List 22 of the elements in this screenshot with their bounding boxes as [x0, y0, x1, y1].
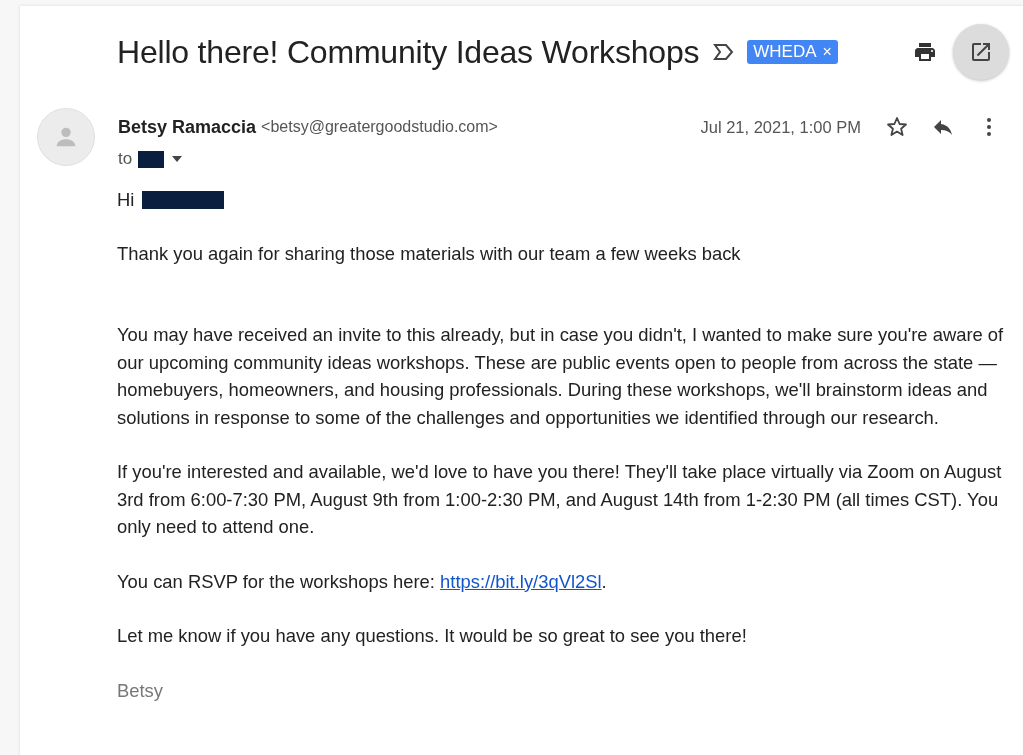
recipient-prefix: to: [118, 148, 133, 170]
important-marker-icon[interactable]: [713, 43, 736, 61]
more-options-icon: [986, 117, 992, 137]
rsvp-link[interactable]: https://bit.ly/3qVl2Sl: [440, 570, 602, 592]
label-text: WHEDA: [753, 42, 817, 62]
body-paragraph: You can RSVP for the workshops here: https://bit.ly/3qVl2Sl.: [117, 569, 608, 594]
email-subject: Hello there! Community Ideas Workshops: [117, 33, 700, 71]
body-paragraph: If you're interested and available, we'd love to have you there! They'll take place virtually via Zoom on August 3rd from 6:00-7:30 PM, August 9th from 1:00-2:30 PM, and August 14th from 1-2:30 PM (all times CST). You only need to attend one.: [117, 460, 1003, 539]
sender-name: Betsy Ramaccia: [118, 116, 257, 138]
printer-icon: [913, 40, 937, 64]
greeting-text: Hi: [117, 188, 135, 212]
body-paragraph: Thank you again for sharing those materials with our team a few weeks back: [117, 241, 742, 266]
sender-email: <betsy@greatergoodstudio.com>: [261, 118, 498, 136]
email-date: Jul 21, 2021, 1:00 PM: [700, 117, 861, 137]
remove-label-button[interactable]: ×: [822, 43, 832, 61]
star-icon: [885, 115, 909, 139]
body-paragraph: Let me know if you have any questions. It would be so great to see you there!: [117, 624, 748, 648]
recipients-dropdown-icon[interactable]: [172, 156, 183, 162]
open-in-new-window-button[interactable]: [953, 24, 1009, 80]
body-paragraph: You may have received an invite to this already, but in case you didn't, I wanted to make sure you're aware of our upcoming community ideas workshops. These are public events open to people from across the state — homebuyers, homeowners, and housing professionals. During these workshops, we'll brainstorm ideas and solutions in response to some of the challenges and opportunities we identified through our research.: [117, 323, 1005, 430]
open-external-icon: [969, 40, 993, 64]
signature-text: Betsy: [117, 678, 164, 703]
